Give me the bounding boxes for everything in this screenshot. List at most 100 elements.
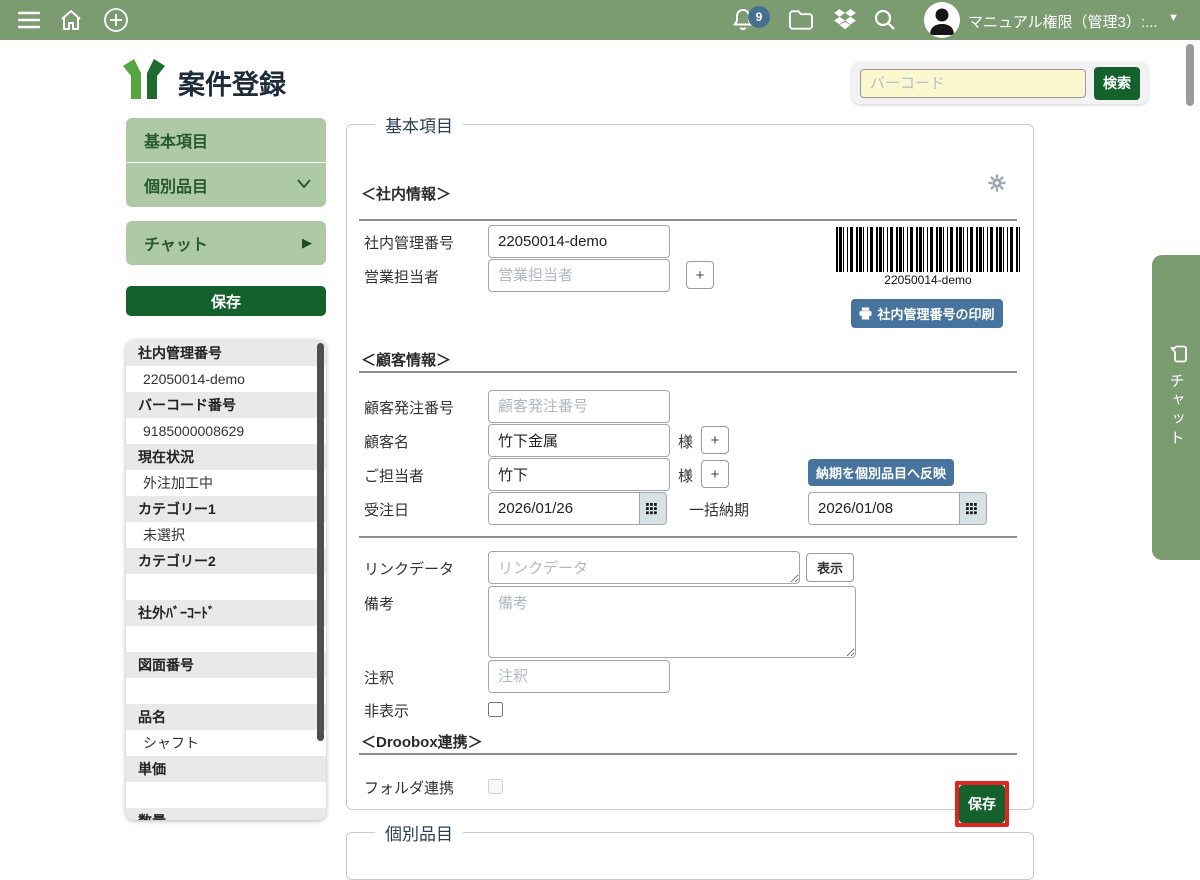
eigyo-label: 営業担当者 (364, 266, 439, 287)
summary-list: 社内管理番号22050014-demoバーコード番号9185000008629現… (126, 340, 326, 820)
internal-section-heading: ＜社内情報＞ (361, 183, 451, 204)
page-title: 案件登録 (178, 63, 286, 102)
contact-label: ご担当者 (364, 465, 424, 486)
biko-textarea[interactable] (488, 586, 856, 658)
summary-field-value: 未選択 (126, 522, 326, 548)
summary-field-label: 図面番号 (126, 652, 326, 678)
notification-badge: 9 (748, 6, 770, 28)
print-kanri-label: 社内管理番号の印刷 (877, 304, 994, 323)
summary-field-value (126, 574, 326, 600)
chat-side-tab[interactable]: チャット (1152, 255, 1200, 560)
barcode-search-widget: 検索 (852, 62, 1148, 104)
chushaku-input[interactable] (488, 660, 670, 693)
link-data-input[interactable] (488, 551, 800, 584)
page-scrollbar[interactable] (1186, 44, 1194, 106)
divider (359, 753, 1017, 755)
show-link-button[interactable]: 表示 (806, 553, 854, 582)
order-no-label: 顧客発注番号 (364, 397, 454, 418)
chat-bubble-icon (1165, 345, 1187, 363)
barcode-image: 22050014-demo (836, 227, 1020, 287)
barcode-search-input[interactable] (860, 69, 1086, 98)
add-icon[interactable] (103, 7, 129, 33)
search-icon[interactable] (872, 7, 898, 33)
customer-section-heading: ＜顧客情報＞ (361, 349, 451, 370)
gear-icon[interactable] (988, 174, 1006, 197)
summary-field-value: 22050014-demo (126, 366, 326, 392)
summary-field-label: 単価 (126, 756, 326, 782)
summary-field-value (126, 626, 326, 652)
form-save-button[interactable]: 保存 (959, 785, 1005, 823)
items-form-legend: 個別品目 (375, 820, 463, 845)
printer-icon (859, 307, 872, 320)
summary-field-value: 9185000008629 (126, 418, 326, 444)
divider (359, 219, 1017, 221)
home-icon[interactable] (58, 7, 84, 33)
order-no-input[interactable] (488, 390, 670, 423)
user-menu-label[interactable]: マニュアル権限（管理3）:... (968, 11, 1158, 32)
order-date-group (488, 492, 667, 525)
user-avatar[interactable] (924, 2, 960, 38)
barcode-caption: 22050014-demo (836, 273, 1020, 287)
summary-field-label: 現在状況 (126, 444, 326, 470)
chat-side-tab-label: チャット (1166, 373, 1187, 449)
summary-field-value: 外注加工中 (126, 470, 326, 496)
app-logo (120, 57, 168, 101)
batch-due-input[interactable] (808, 492, 960, 525)
chevron-right-icon: ▶ (302, 235, 312, 251)
chevron-down-icon[interactable]: ▼ (1168, 12, 1179, 24)
summary-field-value (126, 678, 326, 704)
customer-name-label: 顧客名 (364, 431, 409, 452)
link-data-label: リンクデータ (364, 558, 454, 579)
sidebar-item-basic[interactable]: 基本項目 (126, 118, 326, 162)
sidebar-item-items[interactable]: 個別品目 (126, 163, 326, 207)
customer-name-input[interactable] (488, 424, 670, 457)
order-date-input[interactable] (488, 492, 640, 525)
barcode-bars (836, 227, 1020, 272)
sidebar-item-chat[interactable]: チャット ▶ (126, 221, 326, 265)
contact-input[interactable] (488, 458, 670, 491)
folder-icon[interactable] (788, 7, 814, 33)
print-kanri-button[interactable]: 社内管理番号の印刷 (851, 299, 1003, 328)
summary-field-value (126, 782, 326, 808)
top-bar: 9 マニュアル権限（管理3）:... ▼ (0, 0, 1200, 40)
sidebar-nav: 基本項目 個別品目 (126, 118, 326, 207)
batch-due-label: 一括納期 (689, 499, 749, 520)
calendar-icon[interactable] (640, 492, 667, 525)
basic-form: 基本項目 ＜社内情報＞ 社内管理番号 営業担当者 + 22050014-demo (346, 112, 1034, 810)
eigyo-input[interactable] (488, 259, 670, 292)
reflect-due-button[interactable]: 納期を個別品目へ反映 (808, 459, 954, 486)
dropbox-icon[interactable] (832, 7, 858, 33)
add-customer-button[interactable]: + (701, 426, 729, 454)
droobox-section-heading: ＜Droobox連携＞ (361, 731, 483, 752)
chushaku-label: 注釈 (364, 667, 394, 688)
divider (359, 536, 1017, 538)
sama-suffix: 様 (678, 431, 693, 452)
add-contact-button[interactable]: + (701, 460, 729, 488)
basic-form-legend: 基本項目 (375, 112, 463, 137)
hidden-label: 非表示 (364, 700, 409, 721)
batch-due-group (808, 492, 987, 525)
summary-rows: 社内管理番号22050014-demoバーコード番号9185000008629現… (126, 340, 326, 820)
summary-field-label: カテゴリー2 (126, 548, 326, 574)
sidebar-save-button[interactable]: 保存 (126, 286, 326, 316)
sama-suffix: 様 (678, 465, 693, 486)
chevron-down-icon (296, 176, 312, 194)
order-date-label: 受注日 (364, 499, 409, 520)
sidebar-item-chat-label: チャット (144, 231, 208, 255)
kanri-label: 社内管理番号 (364, 232, 454, 253)
summary-scrollbar[interactable] (317, 343, 324, 741)
kanri-input[interactable] (488, 225, 670, 258)
divider (359, 371, 1017, 373)
search-button[interactable]: 検索 (1094, 67, 1140, 100)
hidden-checkbox[interactable] (488, 702, 503, 717)
menu-icon[interactable] (16, 7, 42, 33)
summary-field-label: 社内管理番号 (126, 340, 326, 366)
add-eigyo-button[interactable]: + (686, 261, 714, 289)
folder-link-checkbox[interactable] (488, 779, 503, 794)
biko-label: 備考 (364, 593, 394, 614)
summary-field-label: バーコード番号 (126, 392, 326, 418)
calendar-icon[interactable] (960, 492, 987, 525)
summary-field-label: 品名 (126, 704, 326, 730)
sidebar-chat-block: チャット ▶ (126, 221, 326, 265)
sidebar-item-basic-label: 基本項目 (144, 128, 208, 152)
